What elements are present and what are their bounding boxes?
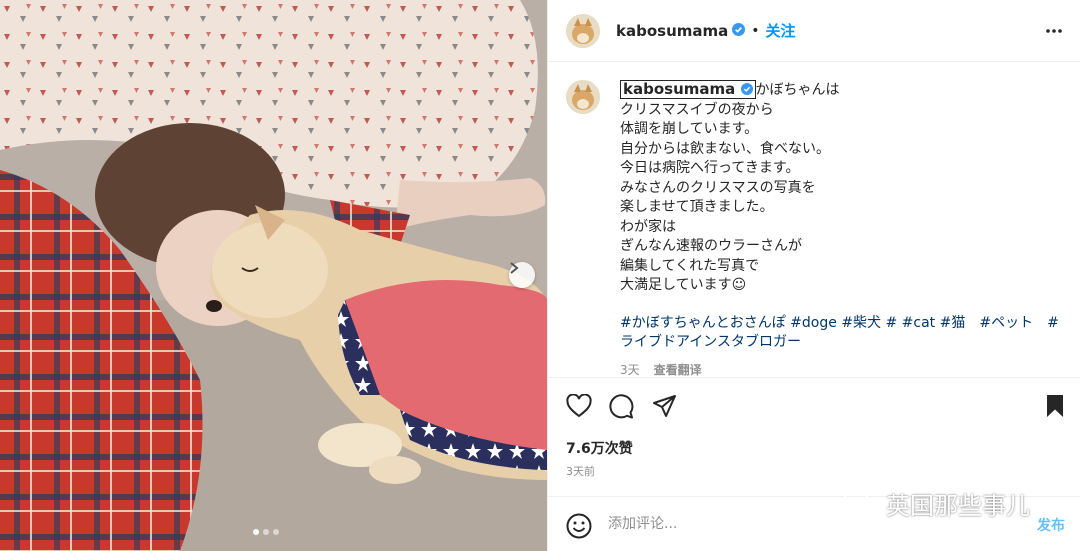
- caption-line: 大満足しています☺: [620, 277, 747, 293]
- caption-line: 編集してくれた写真で: [620, 257, 760, 274]
- caption-line: ぎんなん速報のウラーさんが: [620, 238, 802, 254]
- caption-line: 今日は病院へ行ってきます。: [620, 160, 800, 176]
- verified-badge-icon: [740, 83, 753, 95]
- caption-text: kabosumama かぼちゃんは クリスマスイブの夜から 体調を崩しています。…: [620, 80, 1060, 380]
- like-count[interactable]: 7.6万次赞: [566, 438, 633, 458]
- caption-username-text: kabosumama: [623, 80, 736, 98]
- verified-badge-icon: [732, 21, 746, 40]
- carousel-dot-active: [253, 529, 259, 535]
- caption-username[interactable]: kabosumama: [620, 80, 756, 99]
- carousel-dot: [273, 529, 279, 535]
- chevron-right-icon: [510, 262, 519, 274]
- share-icon[interactable]: [652, 394, 677, 422]
- action-section: 7.6万次赞 3天前 发布: [548, 377, 1080, 547]
- follow-button[interactable]: 关注: [766, 20, 796, 41]
- avatar[interactable]: [566, 13, 600, 48]
- comment-icon[interactable]: [609, 394, 634, 423]
- caption-line: 楽しませて頂きました。: [620, 199, 774, 215]
- separator-dot: •: [751, 22, 760, 39]
- caption-line: 体調を崩しています。: [620, 121, 759, 137]
- watermark-text: 英国那些事儿: [886, 492, 1030, 520]
- photo-illustration: [0, 0, 547, 551]
- hashtag-list[interactable]: #かぼすちゃんとおさんぽ #doge #柴犬 # #cat #猫 #ペット # …: [620, 314, 1060, 353]
- dog-avatar-icon: [566, 13, 600, 48]
- post-time: 3天前: [566, 465, 595, 478]
- post-photo: [0, 0, 547, 551]
- watermark: 英国那些事儿: [842, 486, 1030, 521]
- bookmark-icon[interactable]: [1045, 394, 1065, 422]
- instagram-post: kabosumama • 关注 kabosumama かぼちゃんは クリスマスイ…: [0, 0, 1080, 551]
- emoji-icon[interactable]: [566, 513, 592, 543]
- caption-line: 自分からは飲まない、食べない。: [620, 140, 830, 157]
- caption-avatar[interactable]: [566, 80, 600, 114]
- caption-line: わが家は: [620, 218, 676, 235]
- wechat-icon: [842, 489, 880, 517]
- post-header: kabosumama • 关注: [548, 0, 1080, 62]
- heart-icon[interactable]: [566, 393, 592, 422]
- post-comment-button[interactable]: 发布: [1037, 515, 1065, 535]
- caption-line: kabosumama かぼちゃんは: [620, 80, 1060, 101]
- hashtag-line[interactable]: #かぼすちゃんとおさんぽ #doge #柴犬 # #cat #猫 #ペット #: [620, 314, 1060, 334]
- post-username[interactable]: kabosumama: [616, 22, 728, 40]
- post-side-panel: kabosumama • 关注 kabosumama かぼちゃんは クリスマスイ…: [547, 0, 1080, 551]
- caption-line: みなさんのクリスマスの写真を: [620, 179, 816, 196]
- translate-link[interactable]: 查看翻译: [654, 363, 702, 377]
- next-photo-button[interactable]: [509, 262, 535, 288]
- carousel-indicator: [253, 529, 279, 535]
- caption-line-text: かぼちゃんは: [755, 82, 840, 98]
- caption-time: 3天: [620, 362, 640, 377]
- hashtag-line[interactable]: ライブドアインスタブロガー: [620, 333, 1060, 353]
- dog-avatar-icon: [566, 80, 600, 114]
- more-options-icon[interactable]: [1045, 22, 1063, 44]
- caption-line: クリスマスイブの夜から: [620, 101, 774, 118]
- carousel-dot: [263, 529, 269, 535]
